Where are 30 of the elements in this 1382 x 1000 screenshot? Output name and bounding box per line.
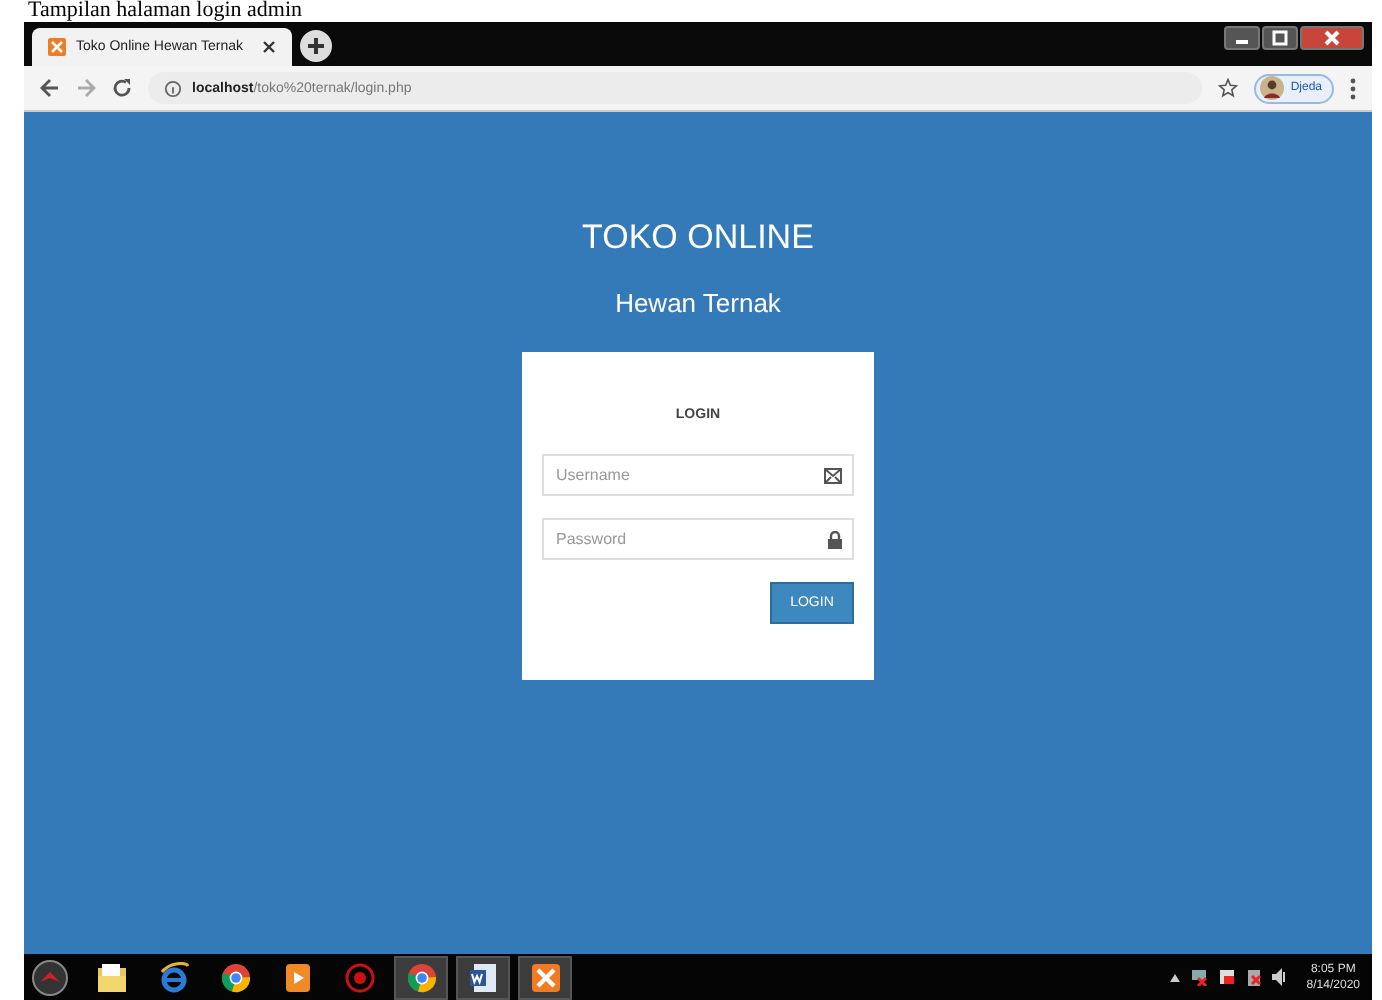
tray-arrow-icon[interactable]	[1170, 973, 1181, 981]
plus-icon	[306, 36, 326, 56]
avatar-icon	[1260, 76, 1285, 100]
close-button[interactable]	[1300, 26, 1364, 50]
password-field[interactable]: Password	[542, 518, 854, 560]
envelope-icon	[824, 467, 842, 483]
document-caption: Tampilan halaman login admin	[26, 0, 303, 22]
maximize-button[interactable]	[1262, 26, 1298, 50]
xampp-icon[interactable]	[518, 955, 572, 999]
site-subtitle: Hewan Ternak	[615, 288, 781, 318]
lock-icon	[828, 530, 842, 548]
username-field[interactable]: Username	[542, 454, 854, 496]
star-icon[interactable]	[1218, 78, 1239, 98]
close-icon	[1324, 30, 1340, 46]
back-icon[interactable]	[40, 78, 60, 98]
minimize-button[interactable]	[1224, 26, 1260, 50]
new-tab-button[interactable]	[300, 30, 332, 62]
network-icon[interactable]	[1190, 968, 1209, 986]
xampp-icon	[48, 38, 66, 56]
info-icon	[164, 79, 182, 97]
maximize-icon	[1272, 30, 1288, 46]
chrome-icon[interactable]	[394, 955, 448, 999]
battery-icon[interactable]	[1246, 968, 1263, 986]
document-icon[interactable]	[456, 955, 510, 999]
site-title: TOKO ONLINE	[582, 218, 814, 258]
reload-icon[interactable]	[112, 78, 132, 98]
close-tab-icon[interactable]	[262, 40, 276, 54]
speaker-icon[interactable]	[1272, 968, 1289, 986]
start-button[interactable]	[28, 955, 72, 999]
menu-icon[interactable]	[1350, 77, 1356, 99]
